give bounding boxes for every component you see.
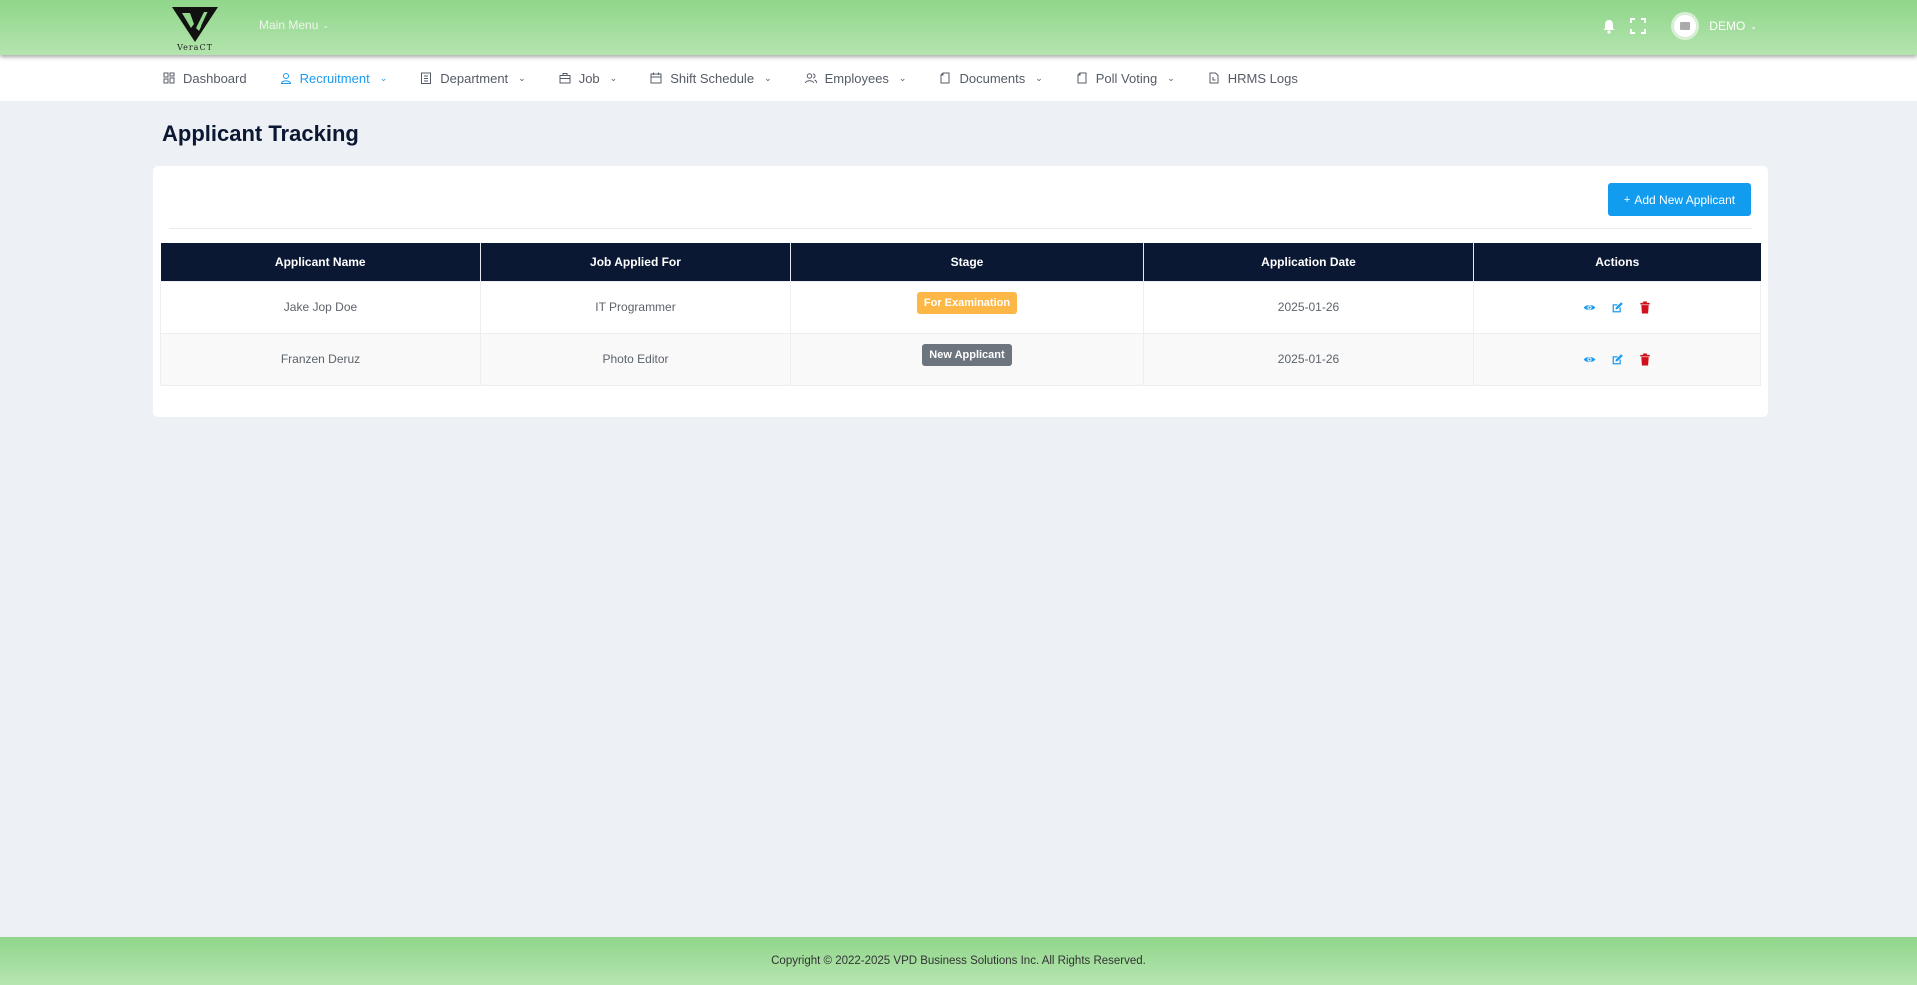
chevron-down-icon: ⌄ — [1167, 72, 1175, 83]
main-menu-label: Main Menu — [259, 18, 319, 32]
user-menu-dropdown[interactable]: DEMO ⌄ — [1709, 19, 1757, 33]
chevron-down-icon: ⌄ — [1750, 21, 1757, 31]
job-applied-cell: IT Programmer — [480, 280, 791, 334]
fullscreen-button[interactable] — [1628, 16, 1648, 36]
stage-cell: New Applicant — [790, 332, 1144, 386]
eye-icon — [1583, 301, 1596, 314]
nav-item-label: Job — [578, 70, 600, 86]
row-actions — [1474, 352, 1760, 366]
plus-icon: + — [1623, 193, 1631, 206]
nav-items: Dashboard Recruitment ⌄ Department ⌄ Job ⌄ Shif… — [163, 55, 1331, 101]
actions-cell — [1473, 332, 1761, 386]
header-actions: DEMO ⌄ — [1599, 12, 1757, 40]
divider — [169, 228, 1752, 229]
application-date-cell: 2025-01-26 — [1143, 280, 1474, 334]
user-name: DEMO — [1709, 19, 1746, 33]
document-icon — [1076, 72, 1088, 84]
edit-icon — [1611, 353, 1624, 366]
calendar-icon — [650, 72, 662, 84]
row-actions — [1474, 300, 1760, 314]
nav-item-label: Documents — [959, 70, 1026, 86]
nav-item-label: Poll Voting — [1095, 70, 1158, 86]
applicant-name-cell: Franzen Deruz — [160, 332, 481, 386]
nav-item-department[interactable]: Department ⌄ — [420, 70, 526, 86]
view-button[interactable] — [1583, 301, 1596, 314]
footer: Copyright © 2022-2025 VPD Business Solut… — [0, 937, 1917, 985]
applicants-table: Applicant Name Job Applied For Stage App… — [160, 243, 1761, 386]
nav-item-dashboard[interactable]: Dashboard — [163, 71, 247, 86]
chevron-down-icon: ⌄ — [379, 72, 388, 83]
veract-logo[interactable]: VeraCT — [170, 4, 220, 52]
main-navbar: Dashboard Recruitment ⌄ Department ⌄ Job ⌄ Shif… — [0, 55, 1917, 101]
nav-item-label: Employees — [824, 70, 889, 86]
table-header-row: Applicant Name Job Applied For Stage App… — [160, 243, 1761, 281]
view-button[interactable] — [1583, 353, 1596, 366]
stage-cell: For Examination — [790, 280, 1144, 334]
application-date-cell: 2025-01-26 — [1143, 332, 1474, 386]
nav-item-label: Shift Schedule — [670, 70, 755, 86]
table-row: Jake Jop Doe IT Programmer For Examination… — [160, 280, 1761, 334]
applicant-name-cell: Jake Jop Doe — [160, 280, 481, 334]
page-title: Applicant Tracking — [162, 121, 359, 146]
dashboard-icon — [163, 72, 175, 84]
actions-cell — [1473, 280, 1761, 334]
delete-button[interactable] — [1639, 352, 1652, 366]
stage-badge: For Examination — [916, 292, 1018, 314]
logo-text: VeraCT — [177, 43, 213, 52]
edit-button[interactable] — [1611, 353, 1624, 366]
notifications-button[interactable] — [1599, 16, 1619, 36]
nav-item-shift-schedule[interactable]: Shift Schedule ⌄ — [650, 70, 772, 86]
chevron-down-icon: ⌄ — [764, 72, 772, 83]
copyright-text: Copyright © 2022-2025 VPD Business Solut… — [771, 955, 1146, 967]
briefcase-icon — [559, 72, 571, 84]
nav-item-documents[interactable]: Documents ⌄ — [939, 70, 1043, 86]
fullscreen-icon — [1630, 18, 1647, 34]
nav-item-label: Recruitment — [299, 70, 370, 86]
chevron-down-icon: ⌄ — [1035, 72, 1043, 83]
no-image-icon — [1680, 22, 1691, 30]
nav-item-label: HRMS Logs — [1227, 70, 1298, 86]
bell-icon — [1603, 19, 1615, 34]
nav-item-employees[interactable]: Employees ⌄ — [804, 70, 907, 86]
add-new-applicant-button[interactable]: + Add New Applicant — [1608, 183, 1751, 216]
chevron-down-icon: ⌄ — [898, 72, 907, 83]
building-icon — [420, 72, 432, 84]
nav-item-label: Department — [440, 70, 509, 86]
eye-icon — [1583, 353, 1596, 366]
nav-item-hrms-logs[interactable]: HRMS Logs — [1208, 71, 1298, 86]
log-file-icon — [1208, 72, 1220, 84]
main-menu-dropdown[interactable]: Main Menu ⌄ — [259, 18, 329, 32]
document-icon — [939, 72, 951, 84]
user-avatar[interactable] — [1671, 12, 1700, 40]
logo-icon — [172, 7, 218, 42]
trash-icon — [1639, 300, 1651, 314]
stage-badge: New Applicant — [922, 344, 1012, 366]
column-header-job-applied-for[interactable]: Job Applied For — [480, 243, 791, 281]
chevron-down-icon: ⌄ — [518, 72, 526, 83]
column-header-applicant-name[interactable]: Applicant Name — [160, 243, 481, 281]
trash-icon — [1639, 352, 1651, 366]
column-header-application-date[interactable]: Application Date — [1143, 243, 1474, 281]
user-icon — [280, 72, 292, 84]
column-header-stage[interactable]: Stage — [790, 243, 1144, 281]
nav-item-poll-voting[interactable]: Poll Voting ⌄ — [1076, 71, 1175, 86]
table-row: Franzen Deruz Photo Editor New Applicant 20… — [160, 332, 1761, 386]
delete-button[interactable] — [1639, 300, 1652, 314]
nav-item-job[interactable]: Job ⌄ — [559, 70, 618, 86]
applicant-card: + Add New Applicant Applicant Name Job A… — [153, 166, 1768, 417]
chevron-down-icon: ⌄ — [609, 72, 618, 83]
nav-item-recruitment[interactable]: Recruitment ⌄ — [280, 70, 388, 86]
column-header-actions: Actions — [1473, 243, 1761, 281]
job-applied-cell: Photo Editor — [480, 332, 791, 386]
edit-icon — [1611, 301, 1624, 314]
add-button-label: Add New Applicant — [1634, 192, 1736, 207]
top-header: VeraCT Main Menu ⌄ DEMO ⌄ — [0, 0, 1917, 55]
chevron-down-icon: ⌄ — [322, 20, 330, 30]
nav-item-label: Dashboard — [183, 70, 247, 86]
edit-button[interactable] — [1611, 301, 1624, 314]
users-icon — [804, 72, 817, 84]
